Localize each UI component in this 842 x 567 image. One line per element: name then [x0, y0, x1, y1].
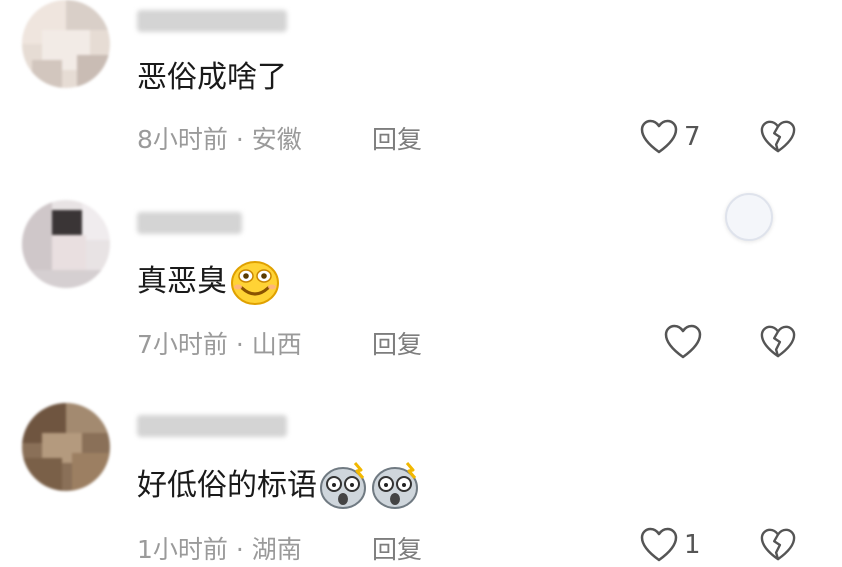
heart-icon — [640, 119, 678, 154]
broken-heart-icon — [760, 325, 796, 358]
dislike-button[interactable] — [760, 527, 796, 563]
comment-text: 真恶臭 — [137, 258, 281, 306]
like-button[interactable] — [664, 322, 708, 362]
floating-circle[interactable] — [725, 193, 773, 241]
comment-text-content: 真恶臭 — [137, 264, 227, 299]
like-button[interactable]: 7 — [640, 117, 701, 157]
comment-text-content: 好低俗的标语 — [137, 468, 317, 503]
username-blurred[interactable] — [137, 415, 287, 437]
comment-meta: 7小时前 · 山西 — [137, 330, 302, 359]
username-blurred[interactable] — [137, 10, 287, 32]
comment-text: 好低俗的标语 — [137, 462, 421, 510]
smiling-face-icon — [231, 261, 279, 305]
reply-button[interactable]: 回复 — [372, 325, 422, 361]
avatar[interactable] — [22, 200, 110, 288]
comment-meta: 8小时前 · 安徽 — [137, 125, 302, 154]
broken-heart-icon — [760, 528, 796, 561]
comment-text: 恶俗成啥了 — [137, 58, 287, 98]
like-count: 1 — [684, 530, 701, 560]
avatar[interactable] — [22, 403, 110, 491]
shocked-face-icon — [372, 462, 418, 509]
heart-icon — [640, 527, 678, 562]
avatar[interactable] — [22, 0, 110, 88]
comment-text-content: 恶俗成啥了 — [137, 60, 287, 95]
shocked-face-icon — [320, 462, 366, 509]
reply-button[interactable]: 回复 — [372, 120, 422, 156]
broken-heart-icon — [760, 120, 796, 153]
like-button[interactable]: 1 — [640, 525, 701, 565]
heart-icon — [664, 324, 702, 359]
dislike-button[interactable] — [760, 324, 796, 360]
like-count: 7 — [684, 122, 701, 152]
dislike-button[interactable] — [760, 119, 796, 155]
username-blurred[interactable] — [137, 212, 242, 234]
